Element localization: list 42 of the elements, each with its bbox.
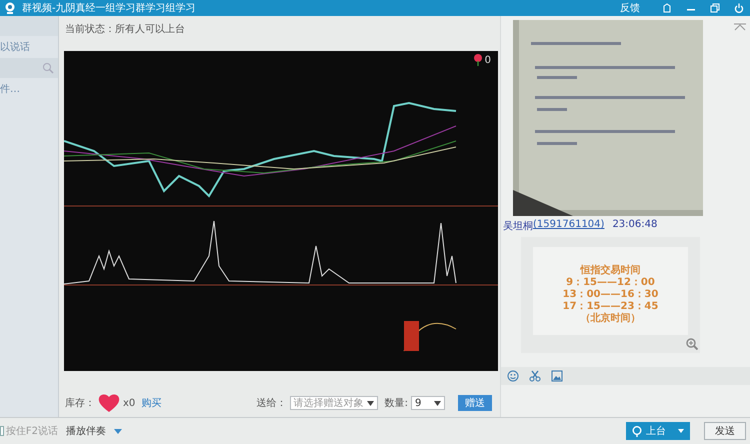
restore-icon[interactable]	[710, 3, 720, 13]
buy-link[interactable]: 购买	[141, 396, 162, 410]
stage-button[interactable]: 上台	[626, 422, 690, 440]
microphone-icon	[632, 426, 642, 436]
checkbox[interactable]	[0, 426, 4, 436]
card-text: 13：00——16：30	[562, 289, 658, 301]
window-title: 群视频-九阴真经一组学习群学习组学习	[22, 2, 196, 15]
accompaniment-menu[interactable]: 播放伴奏	[66, 424, 106, 438]
sender-id-link[interactable]: (1591761104)	[533, 219, 604, 233]
smiley-icon[interactable]	[507, 370, 519, 382]
caret-icon	[366, 400, 374, 406]
caret-icon[interactable]	[114, 428, 122, 434]
status-text: 当前状态：所有人可以上台	[64, 22, 186, 37]
card-text: 17：15——23：45	[562, 301, 658, 312]
heart-icon	[98, 393, 120, 413]
message-time: 23:06:48	[612, 219, 658, 232]
send-button[interactable]: 发送	[704, 422, 746, 440]
card-text: （北京时间）	[580, 313, 640, 325]
zoom-in-icon[interactable]	[686, 338, 698, 350]
recipient-label: 送给：	[256, 397, 287, 410]
caret-icon	[678, 429, 684, 433]
caret-icon	[434, 400, 441, 406]
feedback-link[interactable]: 反馈	[620, 1, 640, 15]
sidebar-item[interactable]: 件…	[0, 82, 20, 96]
image-icon[interactable]	[551, 370, 563, 382]
quantity-dropdown[interactable]: 9	[411, 396, 445, 410]
flower-icon	[472, 54, 483, 66]
checkbox-label: 按住F2说话	[6, 424, 58, 438]
card-text: 9：15——12：00	[566, 277, 655, 289]
power-icon[interactable]	[734, 3, 744, 13]
card-text: 恒指交易时间	[580, 265, 640, 277]
scissors-icon[interactable]	[529, 370, 541, 382]
collapse-icon[interactable]	[734, 23, 746, 31]
quantity-label: 数量:	[384, 397, 408, 410]
webcam-icon	[4, 2, 16, 14]
sidebar-item[interactable]: 以说话	[0, 40, 30, 54]
flower-count: 0	[484, 54, 491, 66]
recipient-dropdown[interactable]: 请选择赠送对象	[290, 396, 378, 410]
gift-button[interactable]: 赠送	[458, 395, 492, 411]
stock-count: x0	[123, 398, 136, 408]
stock-label: 库存：	[65, 396, 95, 410]
sender-name: 吴坦桐	[503, 220, 533, 233]
